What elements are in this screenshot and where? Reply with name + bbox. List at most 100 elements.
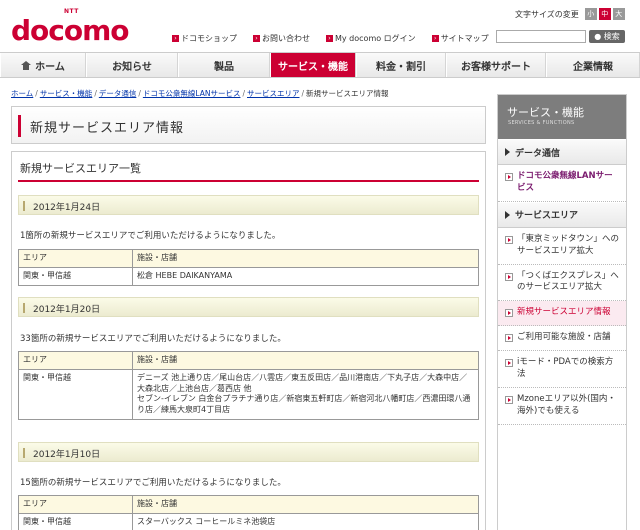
breadcrumb: ホーム / サービス・機能 / データ通信 / ドコモ公衆無線LANサービス / サービスエリア… [11,89,389,98]
section-title: 新規サービスエリア一覧 [20,162,141,175]
col-store: 施設・店舗 [132,351,479,370]
table-header-row: エリア 施設・店舗 [18,495,479,514]
table-row: 関東・甲信越 デニーズ 池上通り店／尾山台店／八雲店／東五反田店／品川港南店／下丸… [18,368,479,420]
nav-label: お客様サポート [461,61,531,73]
arrow-icon: › [253,35,260,42]
sidebar-item-outside-mzone[interactable]: Mzoneエリア以外(国内・海外)でも使える [498,388,626,425]
cell-area: 関東・甲信越 [18,368,133,420]
link-contact[interactable]: › お問い合わせ [253,33,310,44]
category-label: サービスエリア [515,211,579,222]
store-table: エリア 施設・店舗 関東・甲信越 スターバックス コーヒールミネ池袋店 [18,495,479,530]
nav-support[interactable]: お客様サポート [446,53,546,77]
cell-stores: デニーズ 池上通り店／尾山台店／八雲店／東五反田店／品川港南店／下丸子店／大森中… [132,368,479,420]
sidebar-item-label: 新規サービスエリア情報 [517,307,611,318]
link-sitemap[interactable]: › サイトマップ [431,33,489,44]
search-icon: ● [594,32,602,41]
nav-products[interactable]: 製品 [178,53,270,77]
sidebar-item-label: Mzoneエリア以外(国内・海外)でも使える [517,393,616,416]
font-size-small-button[interactable]: 小 [584,8,597,20]
nav-label: 料金・割引 [376,61,426,73]
search-input[interactable] [496,30,586,43]
arrow-icon: › [326,35,333,42]
sidebar-category-area[interactable]: サービスエリア [498,201,626,228]
entry-description: 15箇所の新規サービスエリアでご利用いただけるようになりました。 [20,478,286,488]
col-store: 施設・店舗 [132,495,479,514]
sidebar-item-facilities[interactable]: ご利用可能な施設・店舗 [498,326,626,352]
sidebar-item-imode-search[interactable]: iモード・PDAでの検索方法 [498,351,626,388]
font-size-medium-button[interactable]: 中 [598,8,611,20]
bullet-arrow-icon [505,235,513,244]
sidebar-title: サービス・機能 [507,106,584,119]
sidebar-item-midtown[interactable]: 「東京ミッドタウン」へのサービスエリア拡大 [498,228,626,265]
sidebar-item-label: iモード・PDAでの検索方法 [517,357,614,380]
logo-text: docomo [11,14,130,47]
breadcrumb-data[interactable]: データ通信 [99,89,137,98]
font-size-large-button[interactable]: 大 [612,8,625,20]
date-text: 2012年1月10日 [33,450,101,460]
col-area: エリア [18,495,133,514]
stores-line: デニーズ 池上通り店／尾山台店／八雲店／東五反田店／品川港南店／下丸子店／大森中… [137,372,468,393]
nav-label: 製品 [214,61,234,73]
breadcrumb-services[interactable]: サービス・機能 [40,89,93,98]
date-text: 2012年1月20日 [33,305,101,315]
search-button-label: 検索 [603,32,620,41]
title-accent-bar [18,115,21,137]
sidebar: サービス・機能 SERVICES & FUNCTIONS データ通信 ドコモ公衆… [497,94,627,530]
store-table: エリア 施設・店舗 関東・甲信越 松倉 HEBE DAIKANYAMA [18,249,479,286]
sidebar-item-label: ドコモ公衆無線LANサービス [517,171,613,193]
home-icon [21,60,32,70]
nav-label: サービス・機能 [278,61,348,73]
col-area: エリア [18,351,133,370]
bullet-arrow-icon [505,395,513,404]
sidebar-item-label: ご利用可能な施設・店舗 [517,332,611,343]
table-header-row: エリア 施設・店舗 [18,249,479,268]
breadcrumb-home[interactable]: ホーム [11,89,33,98]
global-nav: ホーム お知らせ 製品 サービス・機能 料金・割引 お客様サポート 企業情報 [0,52,640,78]
arrow-icon: › [172,35,179,42]
triangle-right-icon [505,148,510,156]
bullet-arrow-icon [505,272,513,281]
table-header-row: エリア 施設・店舗 [18,351,479,370]
store-table: エリア 施設・店舗 関東・甲信越 デニーズ 池上通り店／尾山台店／八雲店／東五反田店… [18,351,479,420]
nav-news[interactable]: お知らせ [86,53,178,77]
breadcrumb-area[interactable]: サービスエリア [247,89,300,98]
link-docomo-shop[interactable]: › ドコモショップ [172,33,237,44]
font-size-switcher: 文字サイズの変更 小 中 大 [515,8,625,20]
bullet-arrow-icon [505,334,513,343]
category-label: データ通信 [515,148,561,159]
sidebar-item-lan-service[interactable]: ドコモ公衆無線LANサービス [498,165,626,202]
stores-line: セブン-イレブン 白金台プラチナ通り店／新宿東五軒町店／新宿河北八幡町店／西濃田… [137,394,471,415]
sidebar-header: サービス・機能 SERVICES & FUNCTIONS [498,95,626,139]
link-label: My docomo ログイン [335,34,416,43]
nav-services[interactable]: サービス・機能 [270,53,356,77]
date-heading: 2012年1月20日 [18,297,479,317]
section-rule [18,180,479,182]
sidebar-item-tsukuba[interactable]: 「つくばエクスプレス」へのサービスエリア拡大 [498,265,626,302]
link-mydocomo-login[interactable]: › My docomo ログイン [326,33,416,44]
sidebar-item-new-area[interactable]: 新規サービスエリア情報 [498,301,626,327]
sidebar-item-label: 「つくばエクスプレス」へのサービスエリア拡大 [517,270,619,293]
sidebar-item-label: 「東京ミッドタウン」へのサービスエリア拡大 [517,233,620,256]
cell-stores: スターバックス コーヒールミネ池袋店 [132,512,479,530]
triangle-right-icon [505,210,510,219]
main-content: 新規サービスエリア一覧 2012年1月24日 1箇所の新規サービスエリアでご利用… [11,151,486,530]
font-size-label: 文字サイズの変更 [515,9,579,19]
bullet-arrow-icon [505,173,513,181]
table-row: 関東・甲信越 スターバックス コーヒールミネ池袋店 [18,512,479,530]
search-button[interactable]: ● 検索 [589,30,625,43]
nav-pricing[interactable]: 料金・割引 [356,53,446,77]
nav-corporate[interactable]: 企業情報 [546,53,640,77]
sidebar-category-data[interactable]: データ通信 [498,139,626,165]
bullet-arrow-icon [505,309,513,318]
breadcrumb-lan[interactable]: ドコモ公衆無線LANサービス [143,89,241,98]
table-row: 関東・甲信越 松倉 HEBE DAIKANYAMA [18,266,479,286]
docomo-logo[interactable]: NTT docomo [11,8,130,47]
site-header: NTT docomo › ドコモショップ › お問い合わせ › My docomo ロ… [0,0,640,50]
link-label: ドコモショップ [181,34,237,43]
link-label: お問い合わせ [262,34,310,43]
nav-label: ホーム [35,61,65,73]
utility-links: › ドコモショップ › お問い合わせ › My docomo ログイン › サイトマップ [172,33,489,44]
link-label: サイトマップ [440,34,489,43]
bullet-arrow-icon [505,359,513,368]
nav-home[interactable]: ホーム [0,53,86,77]
